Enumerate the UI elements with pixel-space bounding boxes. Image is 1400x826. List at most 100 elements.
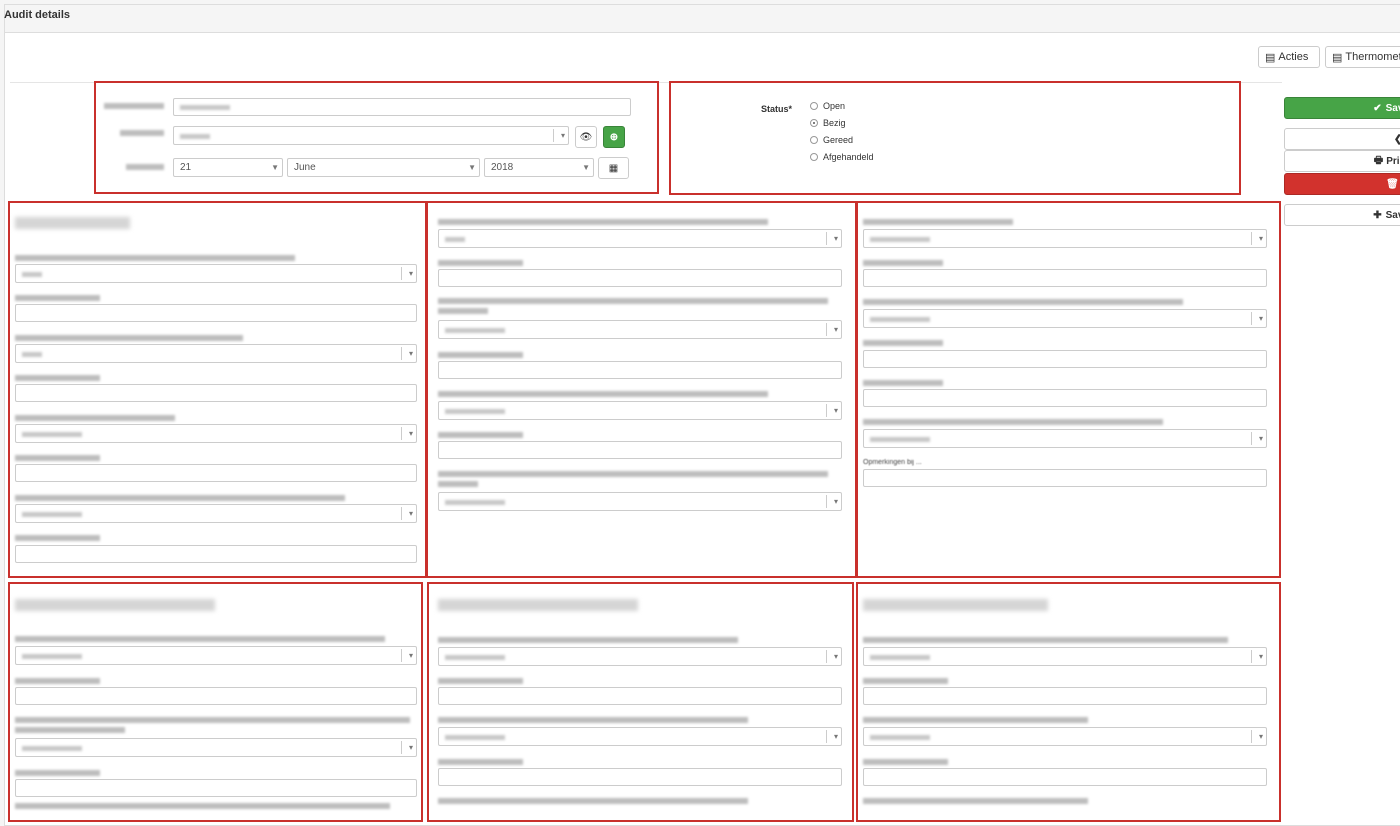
remarks-input[interactable] xyxy=(438,768,842,786)
remarks-label: Opmerkingen bij ... xyxy=(863,459,922,466)
date-month-select[interactable]: June ▼ xyxy=(287,158,480,177)
chevron-down-icon: ▼ xyxy=(582,163,590,172)
remarks-label xyxy=(15,535,100,541)
remarks-input[interactable] xyxy=(863,389,1267,407)
remarks-input[interactable] xyxy=(15,545,417,563)
answer-select[interactable]: ▾ xyxy=(15,504,417,523)
answer-select[interactable]: ▾ xyxy=(438,229,842,248)
status-option-open[interactable]: Open xyxy=(810,99,845,113)
redacted-value xyxy=(445,735,505,740)
remarks-input[interactable] xyxy=(863,350,1267,368)
date-year-select[interactable]: 2018 ▼ xyxy=(484,158,594,177)
redacted-value xyxy=(870,317,930,322)
acties-button[interactable]: ▤ Acties xyxy=(1258,46,1320,68)
remarks-label xyxy=(438,352,523,358)
remarks-input[interactable] xyxy=(863,469,1267,487)
status-option-label: Gereed xyxy=(823,135,854,145)
remarks-input[interactable] xyxy=(438,441,842,459)
chevron-down-icon: ▾ xyxy=(826,495,838,508)
chevron-down-icon: ▾ xyxy=(401,507,413,520)
thermometer-label: Thermometer xyxy=(1345,51,1400,63)
answer-select[interactable]: ▾ xyxy=(863,309,1267,328)
answer-select[interactable]: ▾ xyxy=(438,647,842,666)
answer-select[interactable]: ▾ xyxy=(863,229,1267,248)
status-option-bezig[interactable]: Bezig xyxy=(810,116,846,130)
chevron-down-icon: ▾ xyxy=(826,650,838,663)
redacted-value xyxy=(22,654,82,659)
view-button[interactable]: 👁 xyxy=(575,126,597,148)
remarks-input[interactable] xyxy=(438,361,842,379)
redacted-value xyxy=(22,432,82,437)
remarks-input[interactable] xyxy=(863,768,1267,786)
answer-select[interactable]: ▾ xyxy=(863,429,1267,448)
question-label xyxy=(15,495,345,501)
question-label xyxy=(438,471,828,477)
chevron-down-icon: ▾ xyxy=(826,232,838,245)
status-option-afgehandeld[interactable]: Afgehandeld xyxy=(810,150,874,164)
section-box-2 xyxy=(426,201,857,578)
remarks-label xyxy=(863,678,948,684)
remarks-input[interactable] xyxy=(15,384,417,402)
status-option-gereed[interactable]: Gereed xyxy=(810,133,853,147)
question-label xyxy=(438,308,488,314)
save-button[interactable]: ✔Save xyxy=(1284,97,1400,119)
answer-select[interactable]: ▾ xyxy=(438,492,842,511)
delete-button[interactable]: 🗑D xyxy=(1284,173,1400,195)
chevron-down-icon: ▾ xyxy=(401,267,413,280)
answer-select[interactable]: ▾ xyxy=(863,647,1267,666)
back-button[interactable]: ❮I xyxy=(1284,128,1400,150)
remarks-input[interactable] xyxy=(15,687,417,705)
chevron-down-icon: ▾ xyxy=(401,427,413,440)
save-label: Save xyxy=(1385,102,1400,114)
answer-select[interactable]: ▾ xyxy=(15,344,417,363)
remarks-label xyxy=(438,432,523,438)
answer-select[interactable]: ▾ xyxy=(15,738,417,757)
question-label xyxy=(438,717,748,723)
question-label xyxy=(15,335,243,341)
answer-select[interactable]: ▾ xyxy=(438,320,842,339)
redacted-value xyxy=(445,655,505,660)
location-select[interactable]: ▾ xyxy=(173,126,569,145)
remarks-input[interactable] xyxy=(438,687,842,705)
remarks-label xyxy=(15,455,100,461)
redacted-value xyxy=(22,352,42,357)
remarks-label xyxy=(863,759,948,765)
redacted-value xyxy=(445,409,505,414)
question-label xyxy=(438,219,768,225)
answer-select[interactable]: ▾ xyxy=(15,424,417,443)
remarks-input[interactable] xyxy=(15,464,417,482)
answer-select[interactable]: ▾ xyxy=(15,264,417,283)
remarks-input[interactable] xyxy=(863,687,1267,705)
calendar-button[interactable]: ▦ xyxy=(598,157,629,179)
add-button[interactable]: ⊕ xyxy=(603,126,625,148)
save-as-button[interactable]: ✚Save xyxy=(1284,204,1400,226)
remarks-label xyxy=(15,375,100,381)
remarks-input[interactable] xyxy=(438,269,842,287)
chevron-down-icon: ▾ xyxy=(1251,232,1263,245)
chevron-down-icon: ▾ xyxy=(1251,730,1263,743)
thermometer-button[interactable]: ▤ Thermometer xyxy=(1325,46,1400,68)
remarks-input[interactable] xyxy=(15,779,417,797)
redacted-value xyxy=(180,134,210,139)
status-label: Status* xyxy=(761,104,793,114)
redacted-value xyxy=(870,735,930,740)
answer-select[interactable]: ▾ xyxy=(438,727,842,746)
answer-select[interactable]: ▾ xyxy=(438,401,842,420)
save-as-label: Save xyxy=(1385,209,1400,221)
remarks-label xyxy=(15,295,100,301)
question-label xyxy=(15,255,295,261)
redacted-value xyxy=(445,500,505,505)
check-icon: ✔ xyxy=(1373,102,1382,114)
chevron-down-icon: ▾ xyxy=(826,730,838,743)
remarks-input[interactable] xyxy=(863,269,1267,287)
answer-select[interactable]: ▾ xyxy=(15,646,417,665)
section-title xyxy=(15,217,130,229)
remarks-input[interactable] xyxy=(15,304,417,322)
question-label xyxy=(15,415,175,421)
question-label xyxy=(15,727,125,733)
section-title xyxy=(863,599,1048,611)
answer-select[interactable]: ▾ xyxy=(863,727,1267,746)
print-button[interactable]: 🖶Print xyxy=(1284,150,1400,172)
audit-name-input[interactable] xyxy=(173,98,631,116)
date-day-select[interactable]: 21 ▼ xyxy=(173,158,283,177)
